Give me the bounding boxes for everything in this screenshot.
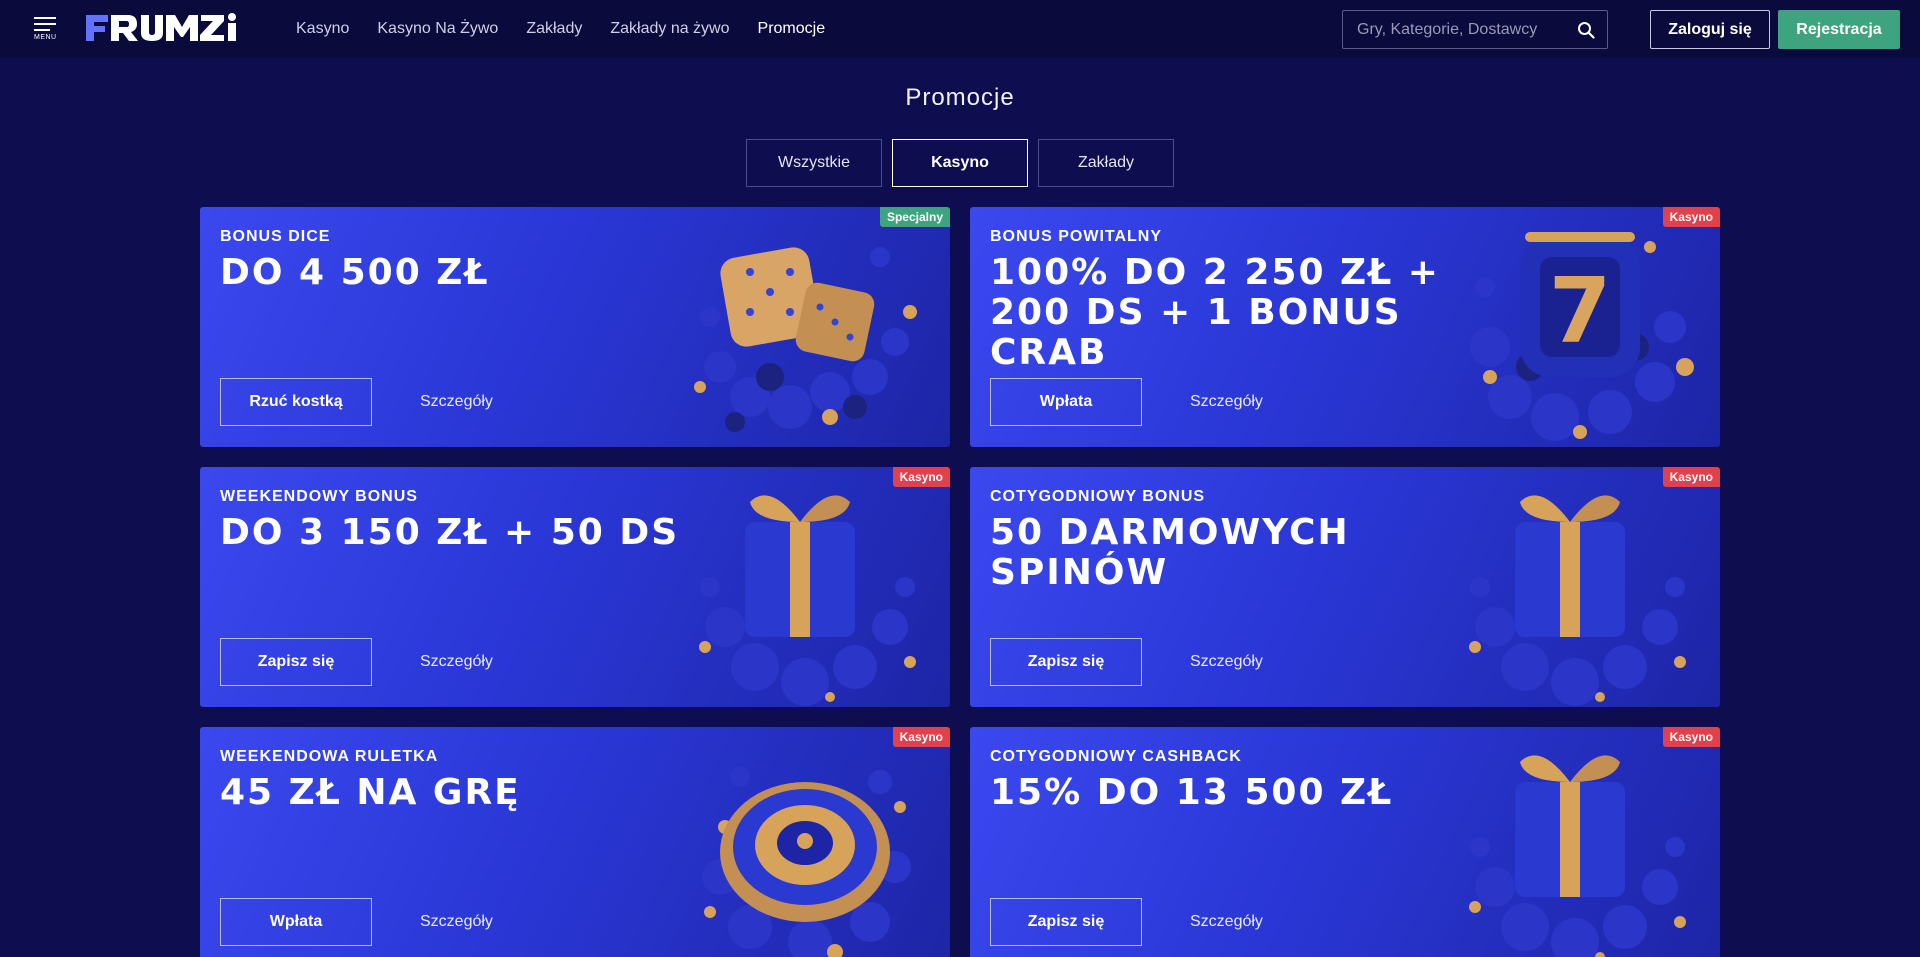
promo-details-link[interactable]: Szczegóły (420, 638, 493, 686)
promo-kicker: WEEKENDOWA RULETKA (220, 748, 439, 765)
promo-card-weekendowa-ruletka: WEEKENDOWA RULETKA 45 ZŁ NA GRĘ Wpłata S… (200, 727, 950, 957)
promo-tabs: Wszystkie Kasyno Zakłady (746, 139, 1174, 187)
promo-kicker: COTYGODNIOWY BONUS (990, 488, 1206, 505)
promo-card-cotygodniowy-cashback: COTYGODNIOWY CASHBACK 15% DO 13 500 ZŁ Z… (970, 727, 1720, 957)
promo-cta-button[interactable]: Zapisz się (220, 638, 372, 686)
page-title: Promocje (905, 84, 1015, 111)
promo-cta-button[interactable]: Wpłata (220, 898, 372, 946)
promo-cta-button[interactable]: Zapisz się (990, 898, 1142, 946)
register-button[interactable]: Rejestracja (1778, 10, 1900, 49)
promo-cta-button[interactable]: Wpłata (990, 378, 1142, 426)
main-nav: Kasyno Kasyno Na Żywo Zakłady Zakłady na… (296, 0, 825, 58)
frumzi-logo[interactable] (86, 13, 268, 43)
promo-kicker: WEEKENDOWY BONUS (220, 488, 418, 505)
gift-icon (699, 495, 916, 706)
gift-icon (1469, 495, 1686, 706)
promo-details-link[interactable]: Szczegóły (420, 898, 493, 946)
nav-zaklady-na-zywo[interactable]: Zakłady na żywo (610, 20, 729, 38)
promo-details-link[interactable]: Szczegóły (420, 378, 493, 426)
tab-kasyno[interactable]: Kasyno (892, 139, 1028, 187)
promo-kicker: COTYGODNIOWY CASHBACK (990, 748, 1242, 765)
slot-seven-icon: 7 (1470, 232, 1694, 441)
search-box (1342, 10, 1608, 49)
hamburger-bar (34, 23, 56, 25)
promo-card-bonus-dice: BONUS DICE DO 4 500 ZŁ Rzuć kostką Szcze… (200, 207, 950, 447)
nav-promocje[interactable]: Promocje (758, 20, 826, 38)
promo-headline: 100% DO 2 250 ZŁ + 200 DS + 1 BONUS CRAB (990, 252, 1440, 373)
promo-kicker: BONUS POWITALNY (990, 228, 1163, 245)
tab-wszystkie[interactable]: Wszystkie (746, 139, 882, 187)
promo-headline: 45 ZŁ NA GRĘ (220, 772, 521, 813)
search-icon[interactable] (1577, 21, 1595, 39)
tab-zaklady[interactable]: Zakłady (1038, 139, 1174, 187)
top-header: MENU Kasyno Kasyno Na Żywo Zakłady Zakła… (0, 0, 1920, 58)
promo-headline: 50 DARMOWYCH SPINÓW (990, 512, 1350, 593)
hamburger-bar (34, 29, 50, 31)
gift-icon (1469, 755, 1686, 957)
login-button[interactable]: Zaloguj się (1650, 10, 1770, 49)
nav-kasyno[interactable]: Kasyno (296, 20, 349, 38)
promo-headline: 15% DO 13 500 ZŁ (990, 772, 1394, 813)
promo-cta-button[interactable]: Zapisz się (990, 638, 1142, 686)
promo-details-link[interactable]: Szczegóły (1190, 898, 1263, 946)
promo-headline: DO 3 150 ZŁ + 50 DS (220, 512, 680, 553)
menu-button[interactable]: MENU (34, 17, 58, 41)
svg-text:7: 7 (1549, 259, 1612, 364)
search-input[interactable] (1357, 20, 1567, 39)
roulette-icon (702, 767, 911, 957)
promo-details-link[interactable]: Szczegóły (1190, 638, 1263, 686)
promo-details-link[interactable]: Szczegóły (1190, 378, 1263, 426)
nav-zaklady[interactable]: Zakłady (526, 20, 582, 38)
hamburger-icon (34, 17, 56, 19)
promo-headline: DO 4 500 ZŁ (220, 252, 490, 293)
promo-kicker: BONUS DICE (220, 228, 331, 245)
dice-icon (694, 247, 917, 432)
menu-label: MENU (34, 34, 57, 41)
promo-cta-button[interactable]: Rzuć kostką (220, 378, 372, 426)
nav-kasyno-na-zywo[interactable]: Kasyno Na Żywo (377, 20, 498, 38)
promo-card-bonus-powitalny: BONUS POWITALNY 100% DO 2 250 ZŁ + 200 D… (970, 207, 1720, 447)
promo-card-cotygodniowy-bonus: COTYGODNIOWY BONUS 50 DARMOWYCH SPINÓW Z… (970, 467, 1720, 707)
promo-card-weekendowy-bonus: WEEKENDOWY BONUS DO 3 150 ZŁ + 50 DS Zap… (200, 467, 950, 707)
